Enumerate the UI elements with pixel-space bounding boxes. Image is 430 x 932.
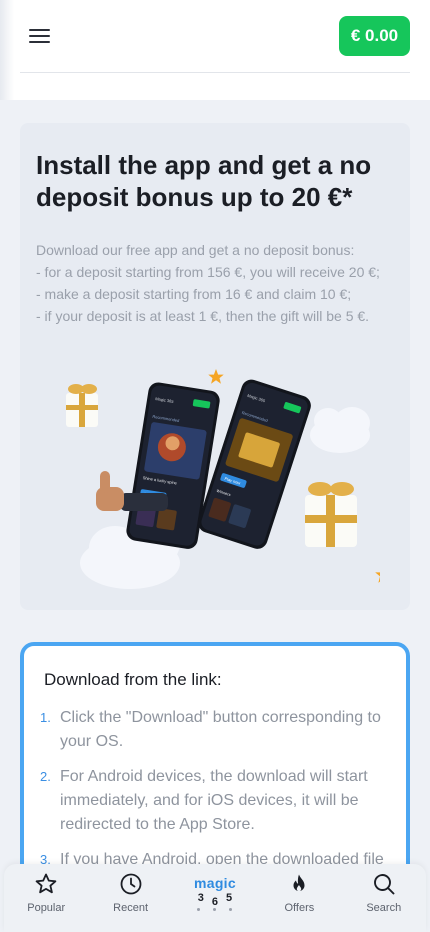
- menu-icon[interactable]: [29, 26, 51, 46]
- nav-item-recent[interactable]: Recent: [88, 864, 172, 932]
- logo-digits: 3 6 5: [198, 892, 232, 908]
- nav-label-offers: Offers: [284, 902, 315, 914]
- side-shadow: [0, 0, 14, 100]
- logo-dots: [197, 908, 233, 911]
- magic365-logo[interactable]: magic 3 6 5: [173, 864, 257, 932]
- nav-label-search: Search: [366, 902, 402, 914]
- gift-box-left: [66, 384, 98, 427]
- step-number: 1.: [40, 710, 51, 725]
- cloud-right: [310, 407, 370, 453]
- search-icon: [373, 874, 395, 895]
- instructions-title: Download from the link:: [44, 670, 222, 689]
- list-item: 1. Click the "Download" button correspon…: [40, 706, 390, 754]
- promo-desc-line: - make a deposit starting from 16 € and …: [36, 286, 352, 302]
- promo-description: Download our free app and get a no depos…: [36, 239, 402, 327]
- promo-desc-line: - for a deposit starting from 156 €, you…: [36, 264, 380, 280]
- install-promo-card: Install the app and get a no deposit bon…: [20, 123, 410, 610]
- header-divider: [20, 72, 410, 73]
- nav-item-offers[interactable]: Offers: [257, 864, 341, 932]
- logo-word: magic: [193, 875, 236, 891]
- clock-icon: [120, 873, 141, 895]
- logo-digit: 5: [226, 892, 233, 904]
- gift-box-right: [305, 482, 357, 547]
- app-promo-illustration: Magic 365 Recommended Shine a lucky spin…: [66, 369, 380, 589]
- nav-label-recent: Recent: [113, 902, 149, 914]
- promo-desc-line: Download our free app and get a no depos…: [36, 242, 355, 258]
- step-text: Click the "Download" button correspondin…: [60, 709, 381, 750]
- promo-title: Install the app and get a no deposit bon…: [36, 150, 372, 212]
- logo-digit: 3: [197, 892, 204, 904]
- logo-digit: 6: [211, 896, 219, 908]
- balance-button[interactable]: € 0.00: [339, 16, 410, 56]
- star-icon: [35, 873, 57, 894]
- list-item: 2. For Android devices, the download wil…: [40, 765, 390, 837]
- step-number: 2.: [40, 769, 51, 784]
- step-text: For Android devices, the download will s…: [60, 768, 368, 833]
- fire-icon: [293, 874, 305, 892]
- nav-item-search[interactable]: Search: [342, 864, 426, 932]
- nav-item-popular[interactable]: Popular: [4, 864, 88, 932]
- promo-desc-line: - if your deposit is at least 1 €, then …: [36, 308, 370, 324]
- nav-label-popular: Popular: [27, 902, 66, 914]
- top-header: € 0.00: [0, 0, 430, 100]
- bottom-navigation: Popular Recent magic 3 6 5 Offers Search: [4, 864, 426, 932]
